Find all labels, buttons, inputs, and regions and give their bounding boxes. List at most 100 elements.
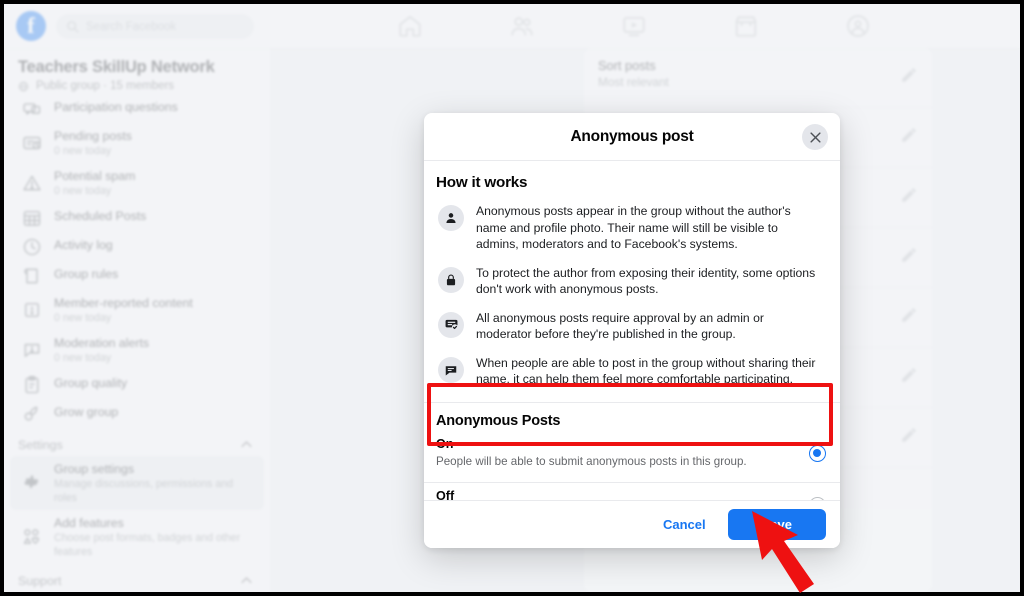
sidebar-item-label: Potential spam <box>54 169 136 183</box>
search-input[interactable]: Search Facebook <box>56 14 254 39</box>
sidebar-item-participation-questions[interactable]: Participation questions <box>10 94 264 123</box>
info-bullet-text: Anonymous posts appear in the group with… <box>476 204 791 251</box>
info-bullet-text: All anonymous posts require approval by … <box>476 310 764 342</box>
home-icon <box>399 15 421 37</box>
nav-item-video[interactable] <box>608 13 660 44</box>
lock-icon <box>438 266 464 293</box>
option-label: On <box>436 436 454 451</box>
anonymous-posts-off-option[interactable]: Off People won't be able to submit anony… <box>424 483 840 501</box>
sidebar-item-moderation-alerts[interactable]: Moderation alerts 0 new today <box>10 330 264 370</box>
edit-pencil-icon[interactable] <box>900 126 918 144</box>
sidebar-item-label: Activity log <box>54 238 113 252</box>
add-features-icon <box>22 527 42 547</box>
settings-row-sort-posts[interactable]: Sort posts Most relevant <box>584 48 932 108</box>
sidebar-item-group-quality[interactable]: Group quality <box>10 370 264 399</box>
nav-item-marketplace[interactable] <box>720 13 772 44</box>
sidebar-item-label: Group settings <box>54 462 134 476</box>
sidebar-item-scheduled-posts[interactable]: Scheduled Posts <box>10 203 264 232</box>
report-icon <box>22 300 42 320</box>
sidebar-item-label: Pending posts <box>54 129 132 143</box>
pending-posts-icon <box>22 133 42 153</box>
sidebar-section-support[interactable]: Support <box>4 564 270 592</box>
comment-icon <box>438 356 464 383</box>
warning-triangle-icon <box>22 173 42 193</box>
edit-pencil-icon[interactable] <box>900 426 918 444</box>
info-bullet-text: When people are able to post in the grou… <box>476 355 816 387</box>
sidebar-section-label: Support <box>18 573 62 588</box>
search-placeholder-text: Search Facebook <box>86 20 177 33</box>
gear-icon <box>22 473 42 493</box>
nav-item-home[interactable] <box>384 13 436 44</box>
anonymous-posts-on-option[interactable]: On People will be able to submit anonymo… <box>424 431 840 480</box>
friends-icon <box>511 16 533 36</box>
nav-icon-group <box>384 12 884 44</box>
person-icon <box>438 205 464 231</box>
group-title: Teachers SkillUp Network <box>18 58 215 76</box>
sidebar-item-add-features[interactable]: Add features Choose post formats, badges… <box>10 510 264 564</box>
sidebar-item-sub: 0 new today <box>54 352 112 364</box>
sidebar-section-settings[interactable]: Settings <box>4 428 270 456</box>
marketplace-icon <box>735 15 757 37</box>
screenshot-root: f Search Facebook Teachers SkillUp Netwo… <box>0 0 1024 596</box>
sidebar-item-activity-log[interactable]: Activity log <box>10 232 264 261</box>
how-it-works-heading: How it works <box>436 174 528 191</box>
sidebar-item-label: Group quality <box>54 376 128 390</box>
group-meta: Public group · 15 members <box>4 77 270 92</box>
sidebar-item-label: Member-reported content <box>54 296 193 310</box>
approval-post-icon <box>438 311 464 338</box>
dialog-title: Anonymous post <box>570 127 694 145</box>
calendar-icon <box>22 208 42 228</box>
sidebar-item-grow-group[interactable]: Grow group <box>10 399 264 428</box>
edit-pencil-icon[interactable] <box>900 246 918 264</box>
option-label: Off <box>436 488 455 501</box>
sidebar-nav-list: Participation questions Pending posts 0 … <box>4 94 270 428</box>
radio-on[interactable] <box>809 444 826 462</box>
search-icon <box>67 21 79 33</box>
info-bullet: All anonymous posts require approval by … <box>424 304 840 349</box>
dialog-header: Anonymous post <box>424 113 840 161</box>
info-bullet: To protect the author from exposing thei… <box>424 259 840 304</box>
sidebar-item-label: Grow group <box>54 405 119 419</box>
sidebar-item-sub: Choose post formats, badges and other fe… <box>54 532 241 558</box>
sidebar-section-label: Settings <box>18 437 63 452</box>
clipboard-icon <box>22 375 42 395</box>
close-icon <box>809 131 821 143</box>
sidebar-item-potential-spam[interactable]: Potential spam 0 new today <box>10 163 264 203</box>
info-bullet-text: To protect the author from exposing thei… <box>476 265 816 297</box>
sidebar-item-label: Scheduled Posts <box>54 209 147 223</box>
nav-item-groups[interactable] <box>832 13 884 44</box>
settings-row-value: Most relevant <box>598 75 669 89</box>
dialog-footer: Cancel Save <box>424 500 840 548</box>
alert-chat-icon <box>22 340 42 360</box>
grow-group-icon <box>22 404 42 424</box>
close-button[interactable] <box>802 124 828 150</box>
clock-icon <box>22 237 42 257</box>
settings-row-title: Sort posts <box>598 58 656 73</box>
cancel-button[interactable]: Cancel <box>651 510 718 539</box>
edit-pencil-icon[interactable] <box>900 366 918 384</box>
chevron-up-icon <box>241 441 252 447</box>
edit-pencil-icon[interactable] <box>900 306 918 324</box>
edit-pencil-icon[interactable] <box>900 186 918 204</box>
info-bullet: When people are able to post in the grou… <box>424 349 840 394</box>
facebook-logo[interactable]: f <box>16 11 46 41</box>
sidebar-item-label: Moderation alerts <box>54 336 150 350</box>
sidebar-item-sub: 0 new today <box>54 185 112 197</box>
edit-pencil-icon[interactable] <box>900 66 918 84</box>
book-icon <box>22 266 42 286</box>
top-navigation-bar: f Search Facebook <box>4 4 1020 48</box>
save-button[interactable]: Save <box>727 509 826 540</box>
options-heading: Anonymous Posts <box>436 412 561 429</box>
sidebar-item-member-reported-content[interactable]: Member-reported content 0 new today <box>10 290 264 330</box>
sidebar-item-sub: Manage discussions, permissions and role… <box>54 478 234 504</box>
video-icon <box>623 16 645 36</box>
sidebar-item-pending-posts[interactable]: Pending posts 0 new today <box>10 123 264 163</box>
groups-icon <box>847 14 869 37</box>
dialog-body[interactable]: How it works Anonymous posts appear in t… <box>424 161 840 500</box>
sidebar-item-label: Group rules <box>54 267 119 281</box>
sidebar-item-group-settings[interactable]: Group settings Manage discussions, permi… <box>10 456 264 510</box>
sidebar-item-label: Add features <box>54 516 124 530</box>
nav-item-friends[interactable] <box>496 13 548 44</box>
sidebar-item-group-rules[interactable]: Group rules <box>10 261 264 290</box>
left-sidebar: Teachers SkillUp Network Public group · … <box>4 48 270 592</box>
